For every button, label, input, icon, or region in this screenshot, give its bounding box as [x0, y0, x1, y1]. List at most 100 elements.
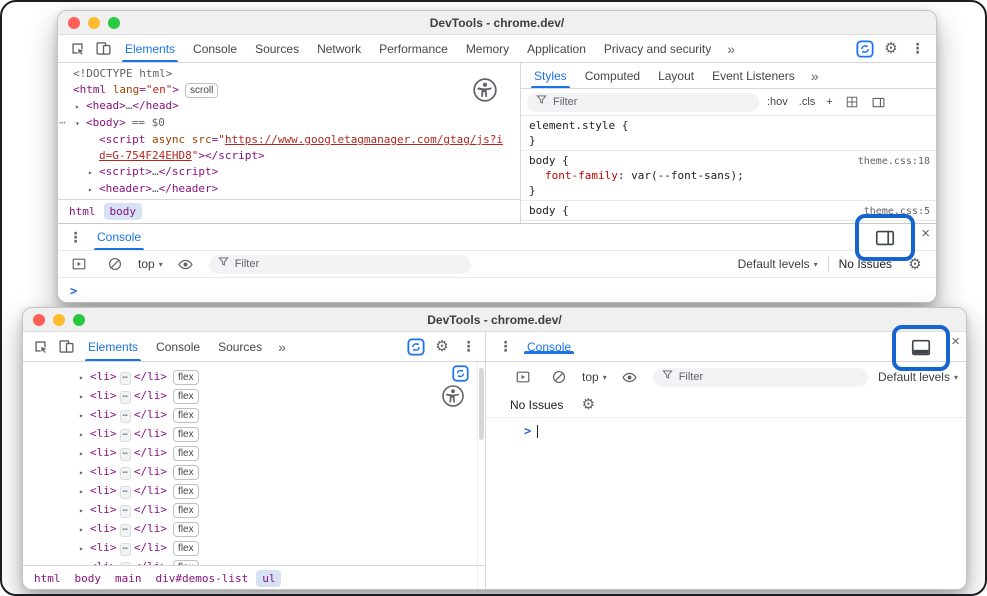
tab-console[interactable]: Console [518, 340, 580, 354]
element-classes-button[interactable]: .cls [796, 96, 819, 108]
console-sidebar-icon[interactable] [66, 252, 92, 276]
scrollbar-thumb[interactable] [479, 368, 484, 440]
drawer-menu-dots-icon[interactable]: ⋮ [492, 335, 518, 359]
flex-badge[interactable]: flex [173, 560, 199, 565]
inspect-element-icon[interactable] [64, 37, 90, 61]
dom-tree-node[interactable]: ▸<script>…</script> [58, 164, 520, 181]
issues-counter[interactable]: No Issues [510, 398, 563, 412]
tab-performance[interactable]: Performance [370, 35, 457, 62]
css-property-value[interactable]: var(--font-sans) [631, 169, 737, 182]
flex-badge[interactable]: flex [173, 541, 199, 556]
disclosure-arrow-icon[interactable]: ▸ [88, 165, 99, 181]
dom-tree-node[interactable]: d=G-754F24EHD8"></script> [58, 148, 520, 164]
console-sidebar-icon[interactable] [510, 365, 536, 389]
flex-badge[interactable]: flex [173, 503, 199, 518]
settings-gear-icon[interactable]: ⚙ [429, 335, 455, 359]
dom-tree-node[interactable]: <html lang="en">scroll [58, 82, 520, 98]
flex-badge[interactable]: flex [173, 484, 199, 499]
dom-tree-node[interactable]: ▸<head>…</head> [58, 98, 520, 115]
disclosure-arrow-icon[interactable]: ▸ [79, 559, 90, 565]
breadcrumb-item-html[interactable]: html [28, 570, 67, 587]
console-filter[interactable] [653, 368, 868, 387]
tab-console[interactable]: Console [147, 332, 209, 361]
styles-filter[interactable] [527, 93, 759, 112]
close-window-button[interactable] [68, 17, 80, 29]
sync-icon[interactable] [403, 335, 429, 359]
tab-privacy-and-security[interactable]: Privacy and security [595, 35, 720, 62]
grid-icon[interactable] [841, 90, 863, 114]
disclosure-arrow-icon[interactable]: ▸ [75, 99, 86, 115]
tab-sources[interactable]: Sources [246, 35, 308, 62]
console-filter-input[interactable] [679, 371, 860, 383]
console-filter-input[interactable] [235, 258, 463, 270]
css-rule-header[interactable]: element.style { [521, 118, 936, 133]
dock-to-right-icon[interactable] [872, 226, 898, 250]
sync-icon[interactable] [852, 37, 878, 61]
node-menu-dots-icon[interactable]: ⋯ [59, 115, 64, 131]
flex-badge[interactable]: flex [173, 446, 199, 461]
javascript-context-selector[interactable]: top ▾ [582, 370, 607, 384]
disclosure-arrow-icon[interactable]: ▸ [79, 502, 90, 520]
vertical-scrollbar[interactable] [477, 362, 485, 590]
close-window-button[interactable] [33, 314, 45, 326]
clear-console-icon[interactable] [546, 365, 572, 389]
dom-tree-node[interactable]: ▸<li>⋯</li>flex [23, 520, 485, 539]
disclosure-arrow-icon[interactable]: ▸ [79, 388, 90, 406]
settings-gear-icon[interactable]: ⚙ [878, 37, 904, 61]
dom-tree-node[interactable]: <!DOCTYPE html> [58, 66, 520, 82]
inspect-element-icon[interactable] [27, 335, 53, 359]
tab-network[interactable]: Network [308, 35, 370, 62]
stylesheet-link[interactable]: theme.css:18 [858, 154, 930, 169]
more-sidebar-tabs-icon[interactable]: » [804, 68, 826, 84]
console-settings-gear-icon[interactable]: ⚙ [575, 393, 601, 417]
disclosure-arrow-icon[interactable]: ▸ [79, 540, 90, 558]
tab-memory[interactable]: Memory [457, 35, 518, 62]
more-tabs-icon[interactable]: » [720, 41, 742, 57]
disclosure-arrow-icon[interactable]: ▸ [79, 369, 90, 387]
titlebar[interactable]: DevTools - chrome.dev/ [23, 308, 966, 332]
dom-tree-node[interactable]: ▸<li>⋯</li>flex [23, 444, 485, 463]
dom-tree-node[interactable]: ▸<li>⋯</li>flex [23, 406, 485, 425]
tab-elements[interactable]: Elements [79, 332, 147, 361]
clear-console-icon[interactable] [102, 252, 128, 276]
dom-tree-node[interactable]: ▸<li>⋯</li>flex [23, 482, 485, 501]
flex-badge[interactable]: flex [173, 427, 199, 442]
disclosure-arrow-icon[interactable]: ▾ [75, 116, 86, 132]
breadcrumb-item-body[interactable]: body [104, 203, 143, 220]
log-levels-dropdown[interactable]: Default levels ▾ [878, 370, 958, 384]
toggle-pseudo-classes-button[interactable]: :hov [764, 96, 791, 108]
sync-icon[interactable] [452, 365, 469, 382]
disclosure-arrow-icon[interactable]: ▸ [79, 426, 90, 444]
flex-badge[interactable]: flex [173, 408, 199, 423]
log-levels-dropdown[interactable]: Default levels ▾ [738, 257, 818, 271]
tab-elements[interactable]: Elements [116, 35, 184, 62]
dom-tree-node[interactable]: ▸<li>⋯</li>flex [23, 425, 485, 444]
tab-console[interactable]: Console [184, 35, 246, 62]
dom-tree-node[interactable]: ▸<li>⋯</li>flex [23, 368, 485, 387]
dom-tree-node[interactable]: ▸<li>⋯</li>flex [23, 387, 485, 406]
live-expression-eye-icon[interactable] [617, 365, 643, 389]
titlebar[interactable]: DevTools - chrome.dev/ [58, 11, 936, 35]
new-style-rule-button[interactable]: + [823, 96, 835, 108]
live-expression-eye-icon[interactable] [173, 252, 199, 276]
disclosure-arrow-icon[interactable]: ▸ [79, 483, 90, 501]
dom-tree-node[interactable]: ▸<li>⋯</li>flex [23, 558, 485, 565]
breadcrumb-item-ul[interactable]: ul [256, 570, 281, 587]
device-toolbar-icon[interactable] [90, 37, 116, 61]
dock-sidebar-icon[interactable] [868, 90, 890, 114]
minimize-window-button[interactable] [88, 17, 100, 29]
css-selector[interactable]: element.style [529, 119, 615, 132]
dom-tree-node[interactable]: ▸<header>…</header> [58, 181, 520, 198]
disclosure-arrow-icon[interactable]: ▸ [88, 182, 99, 198]
close-drawer-icon[interactable]: × [921, 225, 930, 242]
dom-tree-node[interactable]: ▸<li>⋯</li>flex [23, 501, 485, 520]
console-filter[interactable] [209, 255, 471, 274]
tab-layout[interactable]: Layout [649, 63, 703, 88]
drawer-menu-dots-icon[interactable]: ⋮ [62, 225, 88, 249]
dom-tree-node[interactable]: ▸<li>⋯</li>flex [23, 539, 485, 558]
device-toolbar-icon[interactable] [53, 335, 79, 359]
tab-application[interactable]: Application [518, 35, 595, 62]
console-prompt[interactable]: > [58, 278, 936, 303]
disclosure-arrow-icon[interactable]: ▸ [79, 407, 90, 425]
fullscreen-window-button[interactable] [108, 17, 120, 29]
